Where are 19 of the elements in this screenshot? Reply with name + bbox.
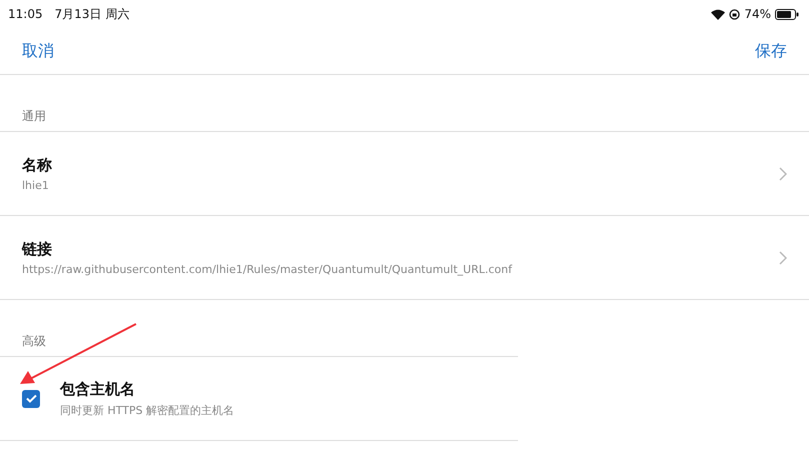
- chevron-right-icon[interactable]: [779, 250, 787, 264]
- section-header: 通用: [22, 109, 46, 123]
- cancel-button[interactable]: 取消: [22, 40, 54, 62]
- row-subtitle: lhie1: [22, 178, 50, 192]
- checkbox[interactable]: [22, 390, 40, 408]
- wifi-icon: [711, 8, 726, 20]
- row-title: 链接: [22, 240, 53, 258]
- battery-percent: 74%: [744, 7, 771, 21]
- section-header: 高级: [22, 334, 46, 348]
- row-title: 包含主机名: [60, 380, 136, 398]
- save-button[interactable]: 保存: [755, 40, 787, 62]
- chevron-right-icon[interactable]: [779, 166, 787, 180]
- check-icon: [26, 394, 36, 403]
- battery-icon: [775, 8, 799, 20]
- status-date: 7月13日 周六: [54, 6, 130, 22]
- row-subtitle: https://raw.githubusercontent.com/lhie1/Rules/master/Quantumult/Quantumult_URL.conf: [22, 262, 514, 276]
- row-subtitle: 同时更新 HTTPS 解密配置的主机名: [60, 402, 236, 418]
- row-title: 名称: [22, 156, 53, 174]
- status-time: 11:05: [8, 7, 43, 21]
